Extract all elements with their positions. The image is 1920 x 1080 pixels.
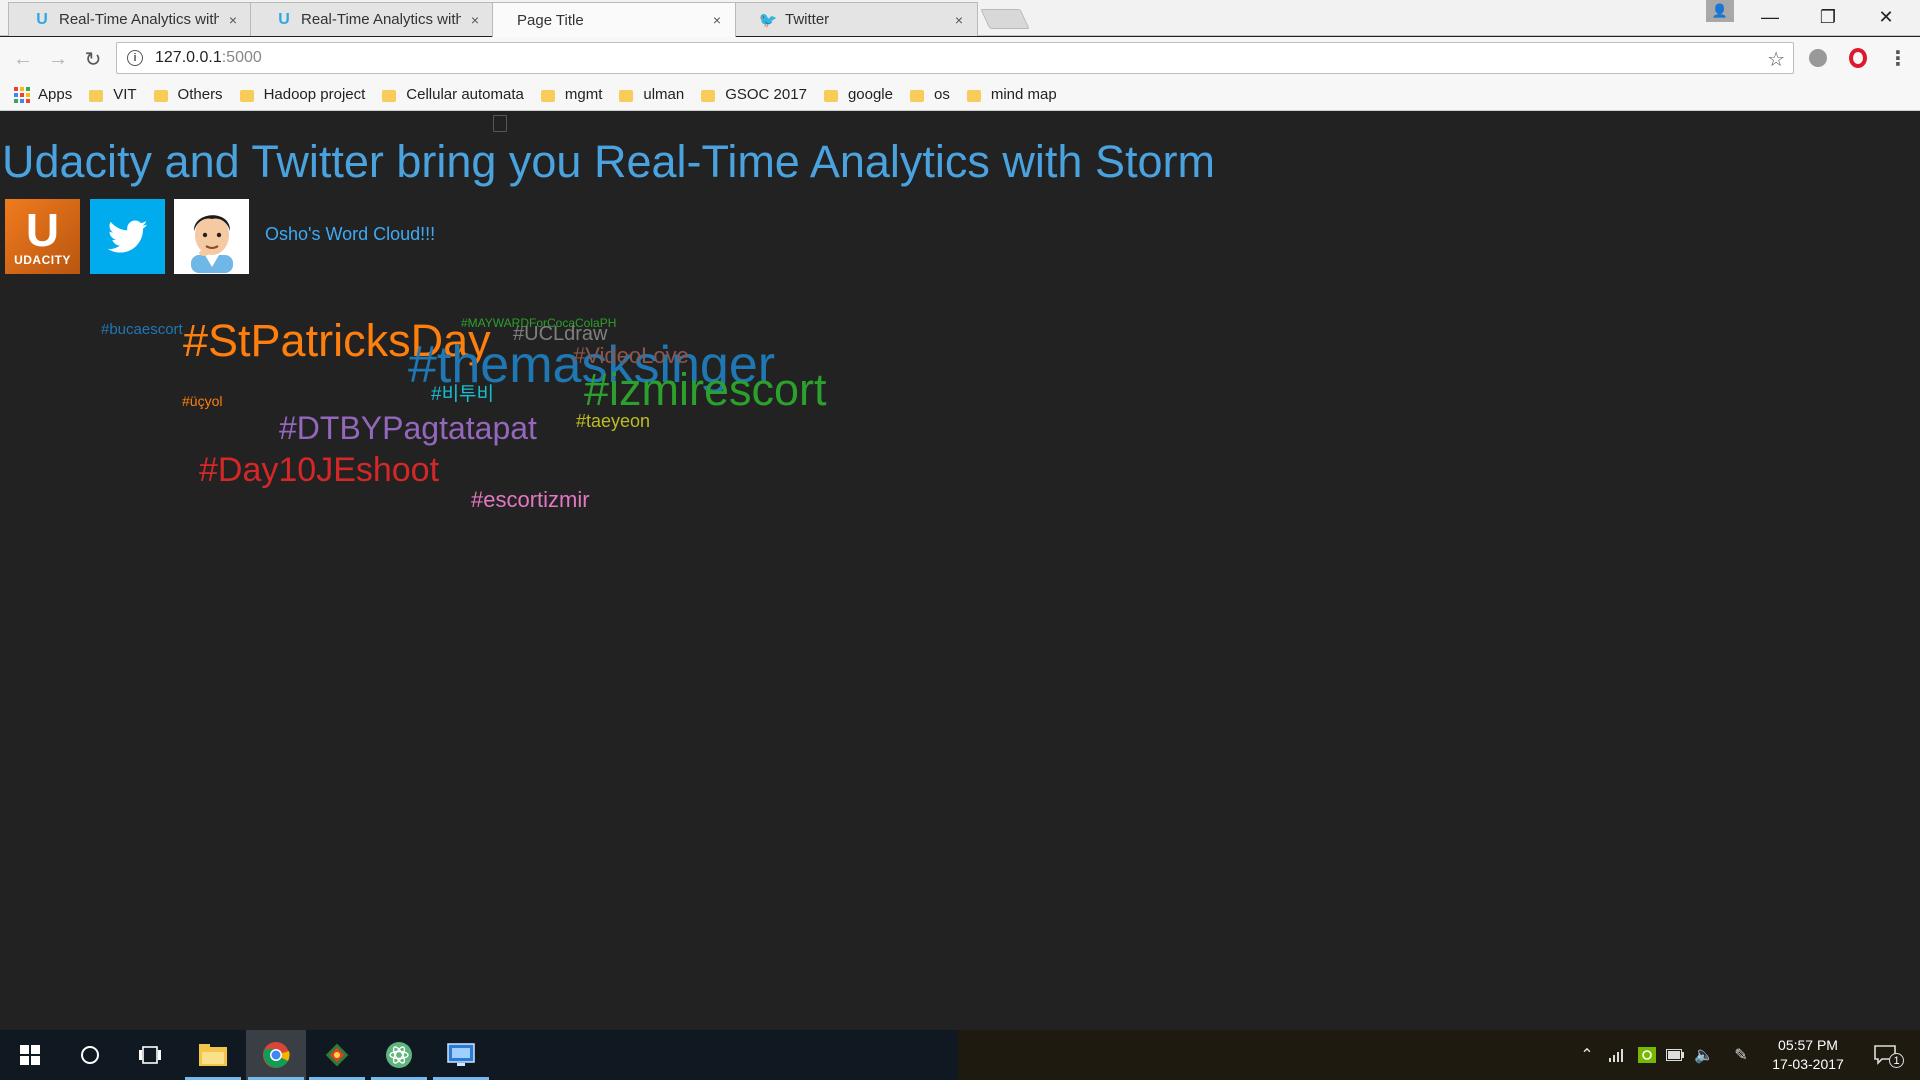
word-cloud-word: #taeyeon	[576, 411, 651, 431]
remote-desktop-icon[interactable]	[431, 1030, 491, 1080]
profile-icon[interactable]: 👤	[1706, 0, 1734, 22]
address-url: 127.0.0.1:5000	[155, 49, 262, 67]
close-tab-icon[interactable]: ×	[225, 12, 241, 28]
word-cloud-word: #DTBYPagtatapat	[279, 410, 537, 446]
folder-icon	[153, 89, 168, 102]
word-cloud-word: #escortizmir	[471, 487, 590, 512]
taskbar: ⌃ 🔈 ✎ 05:57 PM 17-03-2017 1	[0, 1030, 1920, 1080]
restore-icon[interactable]: ❐	[1800, 0, 1856, 34]
folder-icon	[701, 89, 716, 102]
new-tab-button[interactable]	[980, 9, 1030, 29]
bookmark-folder[interactable]: GSOC 2017	[701, 86, 807, 103]
bookmark-folder[interactable]: ulman	[619, 86, 684, 103]
word-cloud-word: #izmirescort	[584, 364, 827, 415]
tab-label: Page Title	[517, 11, 584, 29]
bookmark-folder[interactable]: VIT	[89, 86, 137, 103]
tab-realtime-analytics-2[interactable]: U Real-Time Analytics with ×	[250, 2, 494, 36]
bookmark-folder[interactable]: os	[909, 86, 950, 103]
cortana-search-icon[interactable]	[60, 1030, 120, 1080]
address-bar[interactable]: i 127.0.0.1:5000 ☆	[116, 42, 1794, 74]
bookmark-label: ulman	[643, 86, 685, 103]
atom-icon[interactable]	[369, 1030, 429, 1080]
page-content: Udacity and Twitter bring you Real-Time …	[0, 112, 1920, 1030]
word-cloud-word: #bucaescort	[101, 321, 183, 338]
tab-twitter[interactable]: 🐦 Twitter ×	[734, 2, 978, 36]
close-tab-icon[interactable]: ×	[467, 12, 483, 28]
tab-label: Real-Time Analytics with	[59, 11, 219, 28]
folder-icon	[966, 89, 981, 102]
system-clock[interactable]: 05:57 PM 17-03-2017	[1758, 1036, 1858, 1074]
back-icon[interactable]: ←	[9, 45, 37, 73]
folder-icon	[619, 89, 634, 102]
forward-icon[interactable]: →	[44, 45, 72, 73]
bookmark-label: google	[847, 86, 893, 103]
bookmark-label: Others	[177, 86, 223, 103]
folder-icon	[823, 89, 838, 102]
bookmark-label: mgmt	[564, 86, 603, 103]
udacity-icon: U	[36, 10, 48, 28]
bookmark-label: mind map	[990, 86, 1057, 103]
bookmark-label: Hadoop project	[263, 86, 366, 103]
browser-toolbar: ← → ↻ i 127.0.0.1:5000 ☆ ⋮	[0, 37, 1920, 79]
word-cloud-word: #üçyol	[182, 393, 223, 409]
bookmark-folder[interactable]: Hadoop project	[239, 86, 366, 103]
apps-grid-icon	[14, 86, 30, 103]
bookmark-folder[interactable]: mgmt	[540, 86, 603, 103]
word-cloud-word: #비투비	[431, 384, 495, 405]
bookmark-label: Cellular automata	[406, 86, 524, 103]
clock-date: 17-03-2017	[1772, 1056, 1844, 1072]
signal-icon[interactable]	[1606, 1044, 1628, 1066]
bookmark-folder[interactable]: mind map	[966, 86, 1057, 103]
task-view-icon[interactable]	[120, 1030, 180, 1080]
volume-icon[interactable]: 🔈	[1693, 1044, 1715, 1066]
bookmark-label: os	[933, 86, 950, 103]
bookmark-label: Apps	[38, 86, 73, 103]
twitter-icon: 🐦	[758, 11, 778, 29]
reload-icon[interactable]: ↻	[79, 45, 107, 73]
menu-icon[interactable]: ⋮	[1886, 46, 1910, 70]
clock-time: 05:57 PM	[1778, 1037, 1838, 1053]
chevron-up-icon[interactable]: ⌃	[1576, 1044, 1598, 1066]
notifications-icon[interactable]: 1	[1868, 1044, 1904, 1068]
close-tab-icon[interactable]: ×	[951, 12, 967, 28]
folder-icon	[239, 89, 254, 102]
bookmark-folder[interactable]: Others	[153, 86, 223, 103]
page-icon	[493, 115, 507, 132]
url-port: :5000	[221, 49, 262, 66]
windows-start-icon[interactable]	[0, 1030, 60, 1080]
minimize-icon[interactable]: —	[1742, 0, 1798, 34]
opera-icon[interactable]	[1846, 46, 1870, 70]
info-icon[interactable]: i	[127, 50, 143, 66]
folder-icon	[382, 89, 397, 102]
close-window-icon[interactable]: ✕	[1858, 0, 1914, 34]
bookmark-star-icon[interactable]: ☆	[1767, 47, 1785, 72]
extension-icon[interactable]	[1806, 46, 1830, 70]
folder-icon	[540, 89, 555, 102]
battery-icon[interactable]	[1664, 1044, 1686, 1066]
bookmark-folder[interactable]: Cellular automata	[382, 86, 524, 103]
udacity-icon: U	[278, 10, 290, 28]
tab-page-title[interactable]: Page Title ×	[492, 2, 736, 132]
pen-icon[interactable]: ✎	[1730, 1044, 1752, 1066]
bookmarks-bar: Apps VIT Others Hadoop project Cellular …	[0, 79, 1920, 111]
tab-label: Real-Time Analytics with	[301, 11, 461, 28]
folder-icon	[89, 89, 104, 102]
bookmark-apps[interactable]: Apps	[14, 86, 72, 103]
tab-strip: U Real-Time Analytics with × U Real-Time…	[0, 0, 1920, 132]
url-host: 127.0.0.1	[155, 49, 222, 66]
bookmark-label: VIT	[113, 86, 137, 103]
chrome-icon[interactable]	[246, 1030, 306, 1080]
close-tab-icon[interactable]: ×	[709, 12, 725, 28]
tab-realtime-analytics-1[interactable]: U Real-Time Analytics with ×	[8, 2, 252, 36]
folder-icon	[909, 89, 924, 102]
bookmark-label: GSOC 2017	[725, 86, 807, 103]
git-app-icon[interactable]	[307, 1030, 367, 1080]
word-cloud: #bucaescort #StPatricksDay #MAYWARDForCoca…	[0, 112, 1920, 1030]
file-explorer-icon[interactable]	[183, 1030, 243, 1080]
tab-label: Twitter	[785, 11, 830, 28]
word-cloud-word: #Day10JEshoot	[199, 451, 440, 489]
notification-count: 1	[1889, 1053, 1904, 1068]
bookmark-folder[interactable]: google	[823, 86, 893, 103]
nvidia-icon[interactable]	[1636, 1044, 1658, 1066]
